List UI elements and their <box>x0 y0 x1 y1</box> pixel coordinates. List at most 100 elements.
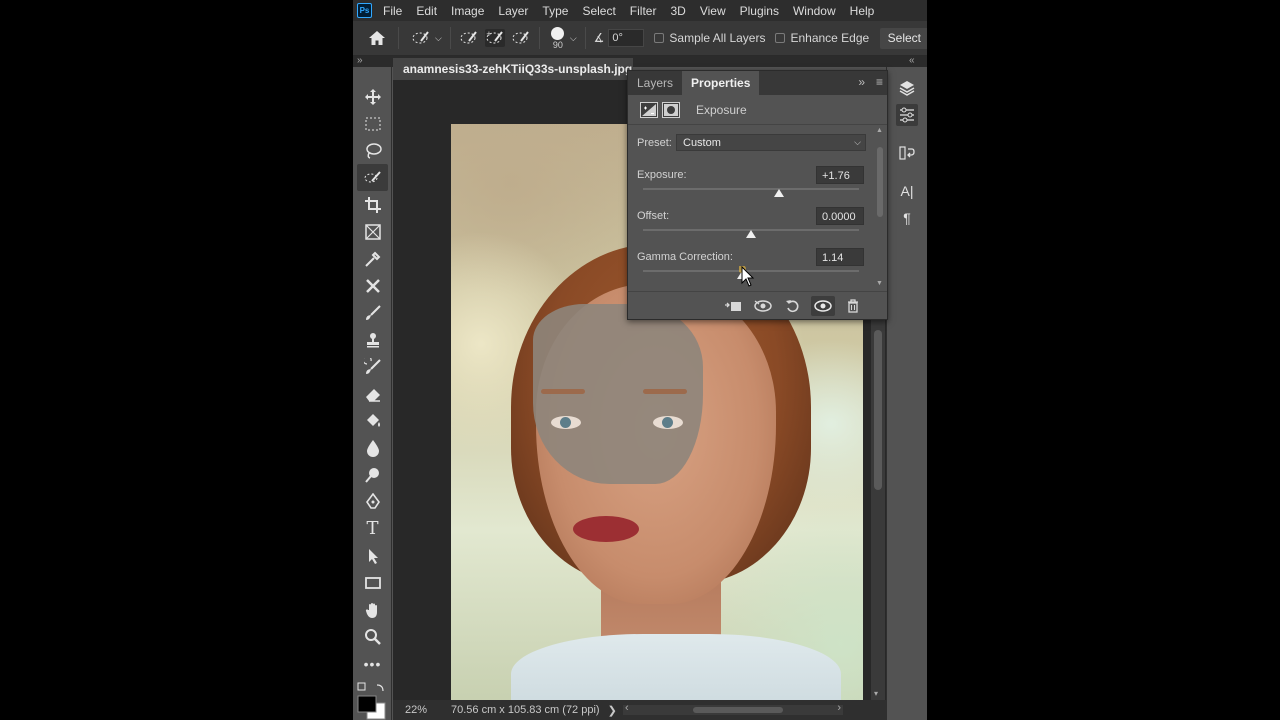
collapse-panel-icon[interactable]: » <box>858 75 865 89</box>
angle-input[interactable]: 0° <box>608 29 645 47</box>
menu-edit[interactable]: Edit <box>416 4 437 18</box>
menu-select[interactable]: Select <box>582 4 615 18</box>
ps-logo[interactable]: Ps <box>357 3 372 18</box>
chevron-down-icon[interactable]: ⌵ <box>570 33 577 44</box>
path-selection-tool-icon[interactable] <box>357 542 388 569</box>
preset-dropdown[interactable]: Custom ⌵ <box>676 134 866 151</box>
toggle-visibility-icon[interactable] <box>811 295 835 316</box>
exposure-adjustment-icon[interactable] <box>640 101 658 118</box>
quick-selection-tool-icon[interactable] <box>357 164 388 191</box>
sample-all-layers-label: Sample All Layers <box>669 31 766 45</box>
frame-tool-icon[interactable] <box>357 218 388 245</box>
view-previous-state-icon[interactable] <box>751 296 775 316</box>
clip-to-layer-icon[interactable] <box>721 296 745 316</box>
layer-mask-icon[interactable] <box>662 101 680 118</box>
scroll-down-icon[interactable]: ▾ <box>874 689 878 698</box>
menu-filter[interactable]: Filter <box>630 4 657 18</box>
tab-properties[interactable]: Properties <box>682 71 760 95</box>
properties-panel: Layers Properties » ≡ Exposure Preset: C… <box>627 70 888 320</box>
marquee-tool-icon[interactable] <box>357 110 388 137</box>
eyedropper-tool-icon[interactable] <box>357 245 388 272</box>
chevron-down-icon[interactable]: ⌵ <box>435 33 442 44</box>
panel-scrollbar[interactable]: ▲ ▼ <box>875 127 885 287</box>
exposure-label: Exposure: <box>637 169 687 181</box>
enhance-edge-checkbox[interactable]: Enhance Edge <box>775 31 869 45</box>
scrollbar-thumb[interactable] <box>874 330 882 490</box>
offset-value-input[interactable]: 0.0000 <box>816 207 864 225</box>
offset-slider-handle[interactable] <box>746 230 756 238</box>
masked-area <box>533 304 703 484</box>
canvas-horizontal-scrollbar[interactable]: ‹ › <box>623 702 843 715</box>
scrollbar-thumb[interactable] <box>877 147 883 217</box>
left-brow <box>541 389 585 394</box>
hand-tool-icon[interactable] <box>357 596 388 623</box>
rectangle-tool-icon[interactable] <box>357 569 388 596</box>
menu-layer[interactable]: Layer <box>498 4 528 18</box>
scrollbar-thumb[interactable] <box>693 707 783 713</box>
checkbox-box[interactable] <box>654 33 665 43</box>
exposure-slider-track[interactable] <box>643 188 859 190</box>
separator <box>398 27 399 49</box>
layers-icon[interactable] <box>896 77 918 99</box>
brush-tool-icon[interactable] <box>357 299 388 326</box>
exposure-slider-handle[interactable] <box>774 189 785 197</box>
history-brush-tool-icon[interactable] <box>357 353 388 380</box>
sample-all-layers-checkbox[interactable]: Sample All Layers <box>654 31 765 45</box>
eraser-tool-icon[interactable] <box>357 380 388 407</box>
paint-bucket-tool-icon[interactable] <box>357 407 388 434</box>
add-to-selection-icon[interactable]: + <box>484 29 505 47</box>
healing-brush-tool-icon[interactable] <box>357 272 388 299</box>
crop-tool-icon[interactable] <box>357 191 388 218</box>
tools-panel: T ••• <box>353 67 392 720</box>
history-icon[interactable] <box>896 142 918 164</box>
scroll-right-icon[interactable]: › <box>837 702 841 714</box>
subtract-from-selection-icon[interactable] <box>511 29 531 47</box>
menu-type[interactable]: Type <box>542 4 568 18</box>
collapse-dock-icon[interactable]: « <box>909 55 915 66</box>
scroll-up-icon[interactable]: ▲ <box>876 127 883 134</box>
pen-tool-icon[interactable] <box>357 488 388 515</box>
scroll-left-icon[interactable]: ‹ <box>625 702 629 714</box>
color-swatches[interactable] <box>355 681 389 720</box>
preset-value: Custom <box>683 137 721 149</box>
delete-icon[interactable] <box>841 296 865 316</box>
select-subject-button[interactable]: Select <box>879 28 927 49</box>
type-tool-icon[interactable]: T <box>357 515 388 542</box>
panel-footer <box>628 291 887 319</box>
expand-toolbar-icon[interactable]: » <box>357 55 363 66</box>
reset-icon[interactable] <box>781 296 805 316</box>
menu-file[interactable]: File <box>383 4 402 18</box>
zoom-level[interactable]: 22% <box>405 704 435 716</box>
menu-plugins[interactable]: Plugins <box>740 4 779 18</box>
menu-view[interactable]: View <box>700 4 726 18</box>
lasso-tool-icon[interactable] <box>357 137 388 164</box>
menu-help[interactable]: Help <box>850 4 875 18</box>
adjustment-header: Exposure <box>628 95 887 125</box>
document-tab[interactable]: anamnesis33-zehKTiiQ33s-unsplash.jpg @ <box>393 58 633 80</box>
mouse-cursor-icon <box>739 266 755 287</box>
paragraph-icon[interactable]: ¶ <box>896 207 918 229</box>
zoom-tool-icon[interactable] <box>357 623 388 650</box>
character-icon[interactable]: A| <box>896 180 918 202</box>
quick-selection-brush-icon[interactable] <box>411 29 431 47</box>
gamma-correction-value-input[interactable]: 1.14 <box>816 248 864 266</box>
checkbox-box[interactable] <box>775 33 786 43</box>
scroll-down-icon[interactable]: ▼ <box>876 280 883 287</box>
options-bar: ⌵ + 90 ⌵ ∡ 0° Sample All Layers Enhance … <box>353 21 927 56</box>
more-tools-icon[interactable]: ••• <box>357 650 388 677</box>
move-tool-icon[interactable] <box>357 83 388 110</box>
blur-tool-icon[interactable] <box>357 434 388 461</box>
home-icon[interactable] <box>368 30 386 46</box>
menu-3d[interactable]: 3D <box>670 4 685 18</box>
new-selection-icon[interactable] <box>459 29 479 47</box>
dodge-tool-icon[interactable] <box>357 461 388 488</box>
status-menu-arrow[interactable]: ❯ <box>608 704 617 717</box>
exposure-value-input[interactable]: +1.76 <box>816 166 864 184</box>
menu-window[interactable]: Window <box>793 4 836 18</box>
menu-image[interactable]: Image <box>451 4 484 18</box>
tab-layers[interactable]: Layers <box>628 71 682 95</box>
brush-size-picker[interactable]: 90 <box>548 26 568 50</box>
clone-stamp-tool-icon[interactable] <box>357 326 388 353</box>
panel-menu-icon[interactable]: ≡ <box>876 75 883 89</box>
adjustments-icon[interactable] <box>896 104 918 126</box>
